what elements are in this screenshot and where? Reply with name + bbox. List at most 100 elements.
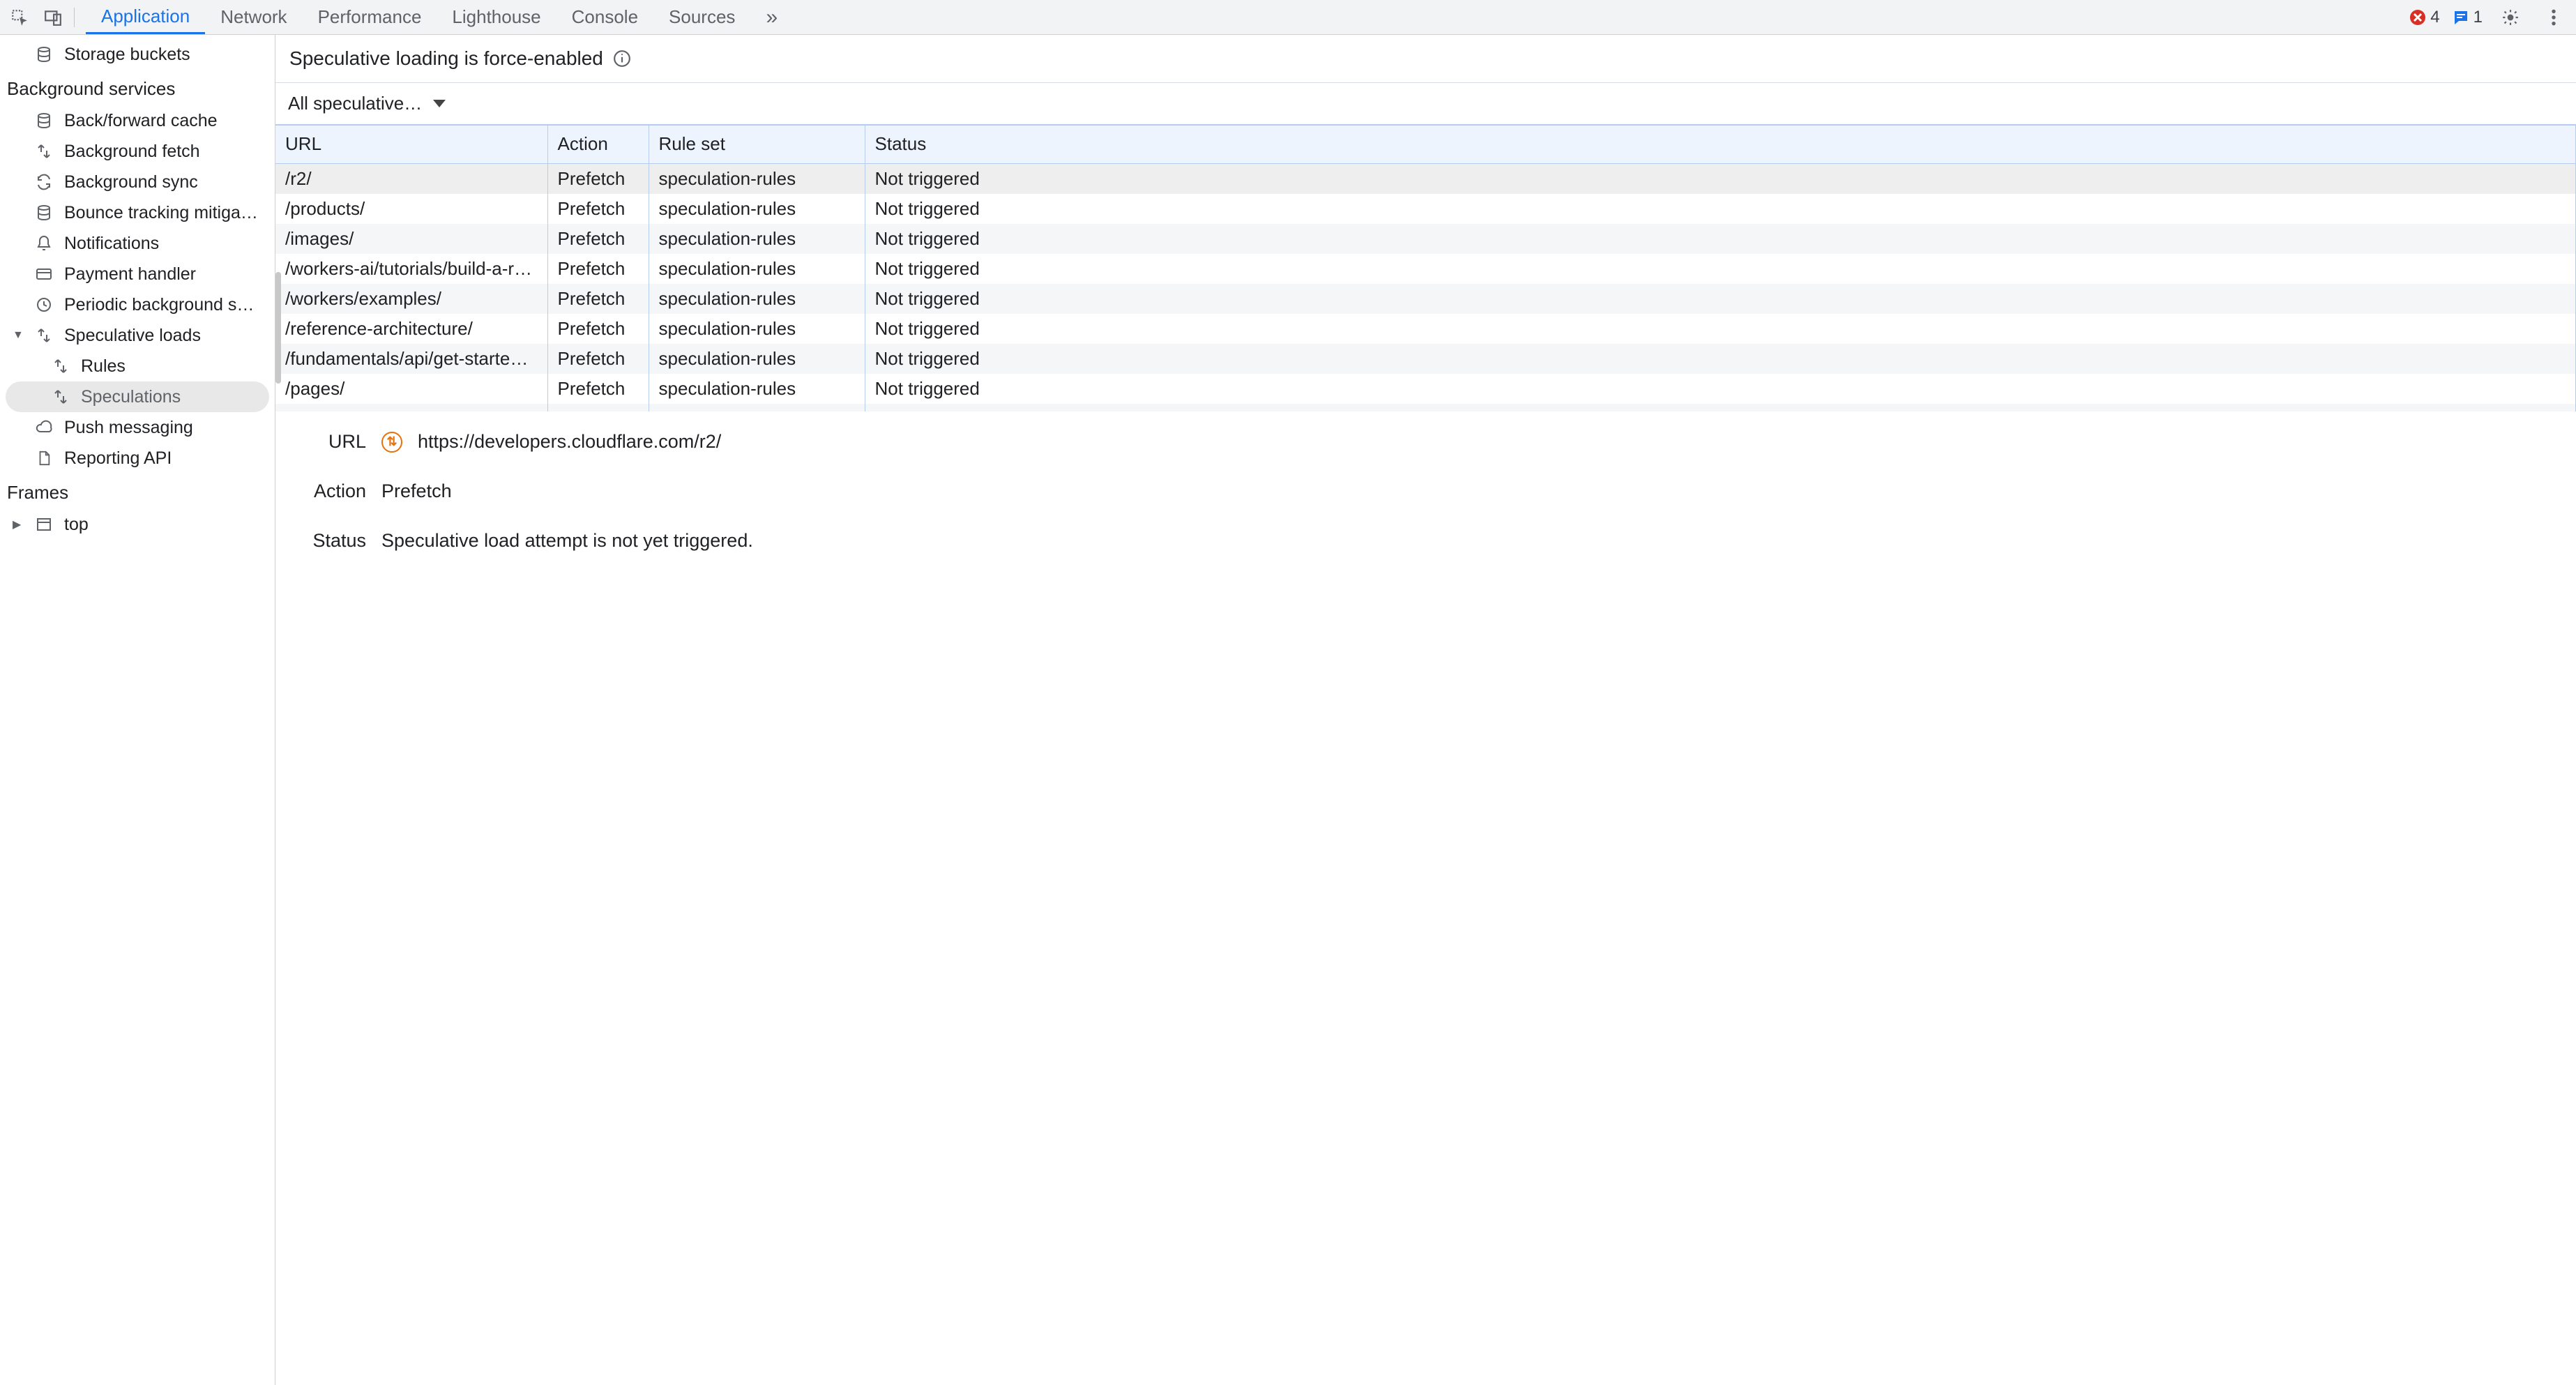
sidebar-item-reporting-api[interactable]: Reporting API [0, 443, 275, 474]
sidebar-item-label: Reporting API [64, 448, 172, 469]
sidebar-item-push-messaging[interactable]: Push messaging [0, 412, 275, 443]
sidebar-item-label: top [64, 515, 89, 535]
settings-icon[interactable] [2495, 2, 2526, 33]
sidebar-item-payment-handler[interactable]: Payment handler [0, 259, 275, 289]
table-row[interactable]: /images/Prefetchspeculation-rulesNot tri… [275, 224, 2575, 254]
cell-rule: speculation-rules [649, 314, 865, 344]
database-icon [33, 46, 54, 63]
database-icon [33, 112, 54, 129]
speculation-details: URL ⇅ https://developers.cloudflare.com/… [275, 411, 2576, 1385]
sidebar-item-label: Periodic background s… [64, 295, 254, 315]
device-toolbar-icon[interactable] [38, 2, 68, 33]
message-icon [2453, 9, 2469, 26]
sidebar-item-rules[interactable]: Rules [0, 351, 275, 381]
cell-action: Prefetch [547, 314, 649, 344]
info-icon[interactable] [613, 50, 631, 68]
sidebar-item-bounce-tracking[interactable]: Bounce tracking mitiga… [0, 197, 275, 228]
cloud-icon [33, 419, 54, 436]
col-status[interactable]: Status [865, 126, 2575, 163]
application-sidebar: Storage buckets Background services Back… [0, 35, 275, 1385]
table-row[interactable]: /reference-architecture/Prefetchspeculat… [275, 314, 2575, 344]
sidebar-item-bfcache[interactable]: Back/forward cache [0, 105, 275, 136]
cell-status: Not triggered [865, 314, 2575, 344]
sidebar-item-speculations[interactable]: Speculations [6, 381, 269, 412]
table-row[interactable]: /fundamentals/api/get-started/…Prefetchs… [275, 344, 2575, 374]
col-action[interactable]: Action [547, 126, 649, 163]
toolbar-right: 4 1 [2409, 2, 2572, 33]
more-icon[interactable] [2538, 2, 2569, 33]
sidebar-item-frame-top[interactable]: ▶ top [0, 509, 275, 540]
cell-status: Not triggered [865, 374, 2575, 404]
cell-rule: speculation-rules [649, 194, 865, 224]
window-icon [33, 516, 54, 533]
inspect-element-icon[interactable] [4, 2, 35, 33]
cell-status: Not triggered [865, 404, 2575, 412]
sidebar-item-label: Push messaging [64, 418, 193, 438]
cell-rule: speculation-rules [649, 374, 865, 404]
cell-status: Not triggered [865, 163, 2575, 194]
tabs-overflow-icon[interactable]: » [750, 0, 793, 34]
table-row[interactable]: /workers-ai/tutorials/build-a-r…Prefetch… [275, 254, 2575, 284]
detail-label-url: URL [303, 431, 366, 453]
speculations-panel: Speculative loading is force-enabled All… [275, 35, 2576, 1385]
tab-sources[interactable]: Sources [653, 0, 750, 34]
sidebar-item-notifications[interactable]: Notifications [0, 228, 275, 259]
main-area: Storage buckets Background services Back… [0, 35, 2576, 1385]
cell-url: /workers/examples/ [275, 284, 547, 314]
cell-status: Not triggered [865, 224, 2575, 254]
messages-badge[interactable]: 1 [2453, 8, 2483, 27]
tab-application[interactable]: Application [86, 0, 205, 34]
cell-url: /r2/ [275, 163, 547, 194]
fetch-icon [33, 143, 54, 160]
status-filter-dropdown[interactable]: All speculative… [275, 83, 2576, 125]
speculations-table: URL Action Rule set Status /r2/Prefetchs… [275, 125, 2576, 411]
tab-network[interactable]: Network [205, 0, 302, 34]
cell-rule: speculation-rules [649, 284, 865, 314]
sidebar-item-background-sync[interactable]: Background sync [0, 167, 275, 197]
cell-action: Prefetch [547, 404, 649, 412]
cell-rule: speculation-rules [649, 163, 865, 194]
tab-console[interactable]: Console [556, 0, 653, 34]
cell-url: /products/ [275, 194, 547, 224]
sidebar-item-speculative-loads[interactable]: ▼ Speculative loads [0, 320, 275, 351]
table-row[interactable]: /r2/Prefetchspeculation-rulesNot trigger… [275, 163, 2575, 194]
sidebar-heading-frames: Frames [0, 476, 275, 509]
sidebar-heading-background-services: Background services [0, 73, 275, 105]
detail-value-status: Speculative load attempt is not yet trig… [381, 530, 753, 552]
table-row[interactable]: /pages/Prefetchspeculation-rulesNot trig… [275, 374, 2575, 404]
col-rule[interactable]: Rule set [649, 126, 865, 163]
cell-rule: speculation-rules [649, 404, 865, 412]
fetch-icon [50, 358, 71, 374]
sidebar-item-label: Rules [81, 356, 126, 377]
cell-status: Not triggered [865, 344, 2575, 374]
errors-badge[interactable]: 4 [2409, 8, 2439, 27]
table-row[interactable]: /products/Prefetchspeculation-rulesNot t… [275, 194, 2575, 224]
sync-icon [33, 174, 54, 190]
cell-url: /fundamentals/api/get-started/… [275, 344, 547, 374]
sidebar-item-label: Storage buckets [64, 45, 190, 65]
cell-status: Not triggered [865, 284, 2575, 314]
tab-performance[interactable]: Performance [303, 0, 437, 34]
tab-lighthouse[interactable]: Lighthouse [437, 0, 556, 34]
sidebar-item-label: Back/forward cache [64, 111, 218, 131]
cell-url: /images/ [275, 224, 547, 254]
chevron-right-icon: ▶ [13, 517, 21, 531]
sidebar-item-label: Speculations [81, 387, 181, 407]
sidebar-item-background-fetch[interactable]: Background fetch [0, 136, 275, 167]
devtools-toolbar: Application Network Performance Lighthou… [0, 0, 2576, 35]
detail-value-url[interactable]: https://developers.cloudflare.com/r2/ [418, 431, 721, 453]
table-row[interactable]: /workers/examples/Prefetchspeculation-ru… [275, 284, 2575, 314]
cell-url: /workers-ai/tutorials/build-a-r… [275, 254, 547, 284]
chevron-down-icon: ▼ [13, 329, 24, 342]
clock-icon [33, 296, 54, 313]
sidebar-item-label: Speculative loads [64, 326, 201, 346]
sidebar-item-storage-buckets[interactable]: Storage buckets [0, 39, 275, 70]
document-icon [33, 450, 54, 467]
col-url[interactable]: URL [275, 126, 547, 163]
sidebar-item-periodic-sync[interactable]: Periodic background s… [0, 289, 275, 320]
prefetch-icon: ⇅ [381, 432, 402, 453]
table-row[interactable]: /cloudflare-one/connections/c…Prefetchsp… [275, 404, 2575, 412]
detail-label-action: Action [303, 480, 366, 502]
cell-status: Not triggered [865, 254, 2575, 284]
sidebar-item-label: Payment handler [64, 264, 196, 285]
